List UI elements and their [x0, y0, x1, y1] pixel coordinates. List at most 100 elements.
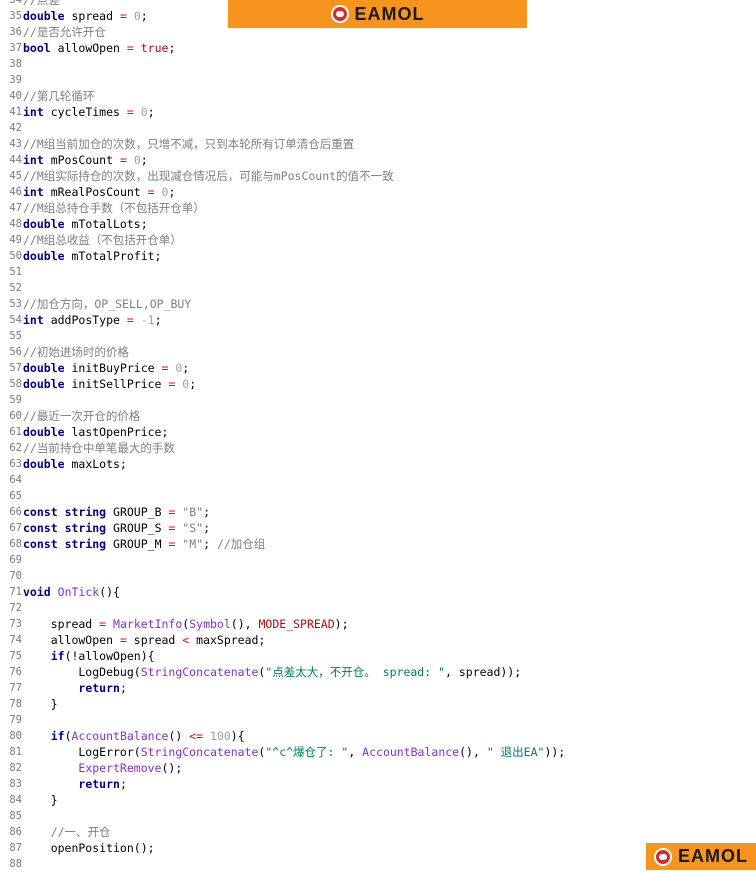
eamol-banner-bottom: EAMOL [646, 843, 756, 870]
code-token: ; [189, 377, 197, 391]
code-text: LogError(StringConcatenate("^c^爆仓了: ", A… [23, 744, 565, 760]
code-line[interactable]: 51 [0, 264, 23, 280]
code-token: ; [119, 681, 127, 695]
code-token: = [119, 633, 127, 647]
code-line[interactable]: 80 if(AccountBalance() <= 100){ [0, 728, 245, 744]
code-token: AccountBalance [71, 729, 169, 743]
code-line[interactable]: 71void OnTick(){ [0, 584, 120, 600]
code-line[interactable]: 76 LogDebug(StringConcatenate("点差太大，不开仓。… [0, 664, 521, 680]
code-line[interactable]: 59 [0, 392, 23, 408]
code-line[interactable]: 57double initBuyPrice = 0; [0, 360, 189, 376]
code-text: double maxLots; [23, 456, 127, 472]
code-line[interactable]: 65 [0, 488, 23, 504]
code-line[interactable]: 79 [0, 712, 23, 728]
code-line[interactable]: 60//最近一次开仓的价格 [0, 408, 140, 424]
code-token: openPosition(); [23, 841, 155, 855]
code-line[interactable]: 40//第几轮循环 [0, 88, 94, 104]
code-line[interactable]: 84 } [0, 792, 58, 808]
code-text: //加仓方向，OP_SELL,OP_BUY [23, 296, 191, 312]
code-token: } [23, 793, 58, 807]
code-line[interactable]: 42 [0, 120, 23, 136]
code-token: ; [147, 105, 155, 119]
line-number: 69 [9, 554, 22, 566]
code-line[interactable]: 66const string GROUP_B = "B"; [0, 504, 210, 520]
code-line[interactable]: 69 [0, 552, 23, 568]
code-line[interactable]: 39 [0, 72, 23, 88]
code-token: double [23, 9, 65, 23]
code-line[interactable]: 73 spread = MarketInfo(Symbol(), MODE_SP… [0, 616, 348, 632]
code-token: GROUP_B [106, 505, 169, 519]
line-number: 63 [9, 458, 22, 470]
code-line[interactable]: 61double lastOpenPrice; [0, 424, 168, 440]
code-token: double [23, 425, 65, 439]
code-line[interactable]: 72 [0, 600, 23, 616]
code-line[interactable]: 67const string GROUP_S = "S"; [0, 520, 210, 536]
code-line[interactable]: 37bool allowOpen = true; [0, 40, 175, 56]
code-line[interactable]: 83 return; [0, 776, 127, 792]
code-token: //是否允许开仓 [23, 25, 106, 39]
code-line[interactable]: 54int addPosType = -1; [0, 312, 161, 328]
code-text: //当前持仓中单笔最大的手数 [23, 440, 175, 456]
code-line[interactable]: 52 [0, 280, 23, 296]
code-line[interactable]: 50double mTotalProfit; [0, 248, 161, 264]
line-number: 87 [9, 842, 22, 854]
code-line[interactable]: 62//当前持仓中单笔最大的手数 [0, 440, 175, 456]
code-line[interactable]: 58double initSellPrice = 0; [0, 376, 196, 392]
code-token: double [23, 377, 65, 391]
code-line[interactable]: 45//M组实际持仓的次数，出现减仓情况后，可能与mPosCount的值不一致 [0, 168, 394, 184]
code-line[interactable]: 46int mRealPosCount = 0; [0, 184, 175, 200]
code-token: initBuyPrice [64, 361, 162, 375]
code-token: double [23, 217, 65, 231]
code-token: //M组实际持仓的次数，出现减仓情况后，可能与mPosCount的值不一致 [23, 169, 394, 183]
code-line[interactable]: 35double spread = 0; [0, 8, 147, 24]
code-line[interactable]: 75 if(!allowOpen){ [0, 648, 154, 664]
code-line[interactable]: 36//是否允许开仓 [0, 24, 106, 40]
code-line[interactable]: 64 [0, 472, 23, 488]
code-line[interactable]: 77 return; [0, 680, 127, 696]
code-line[interactable]: 68const string GROUP_M = "M"; //加仓组 [0, 536, 265, 552]
code-line[interactable]: 44int mPosCount = 0; [0, 152, 148, 168]
code-line[interactable]: 47//M组总持仓手数（不包括开仓单） [0, 200, 204, 216]
code-text: int mPosCount = 0; [23, 152, 148, 168]
code-line[interactable]: 86 //一、开仓 [0, 824, 110, 840]
code-token: AccountBalance [362, 745, 460, 759]
code-token: ; [168, 185, 176, 199]
code-line[interactable]: 56//初始进场时的价格 [0, 344, 129, 360]
code-line[interactable]: 34//点差 [0, 0, 60, 8]
code-line[interactable]: 82 ExpertRemove(); [0, 760, 182, 776]
code-line[interactable]: 55 [0, 328, 23, 344]
eamol-logo-text: EAMOL [678, 846, 748, 866]
code-line[interactable]: 41int cycleTimes = 0; [0, 104, 155, 120]
code-line[interactable]: 48double mTotalLots; [0, 216, 147, 232]
code-line[interactable]: 70 [0, 568, 23, 584]
code-line[interactable]: 63double maxLots; [0, 456, 127, 472]
code-line[interactable]: 43//M组当前加仓的次数，只增不减，只到本轮所有订单清仓后重置 [0, 136, 354, 152]
code-token: "S" [182, 521, 204, 535]
code-text: const string GROUP_M = "M"; //加仓组 [23, 536, 265, 552]
code-line[interactable]: 85 [0, 808, 23, 824]
code-token: maxLots; [64, 457, 127, 471]
code-token: ){ [230, 729, 245, 743]
code-token: ; [140, 153, 148, 167]
code-line[interactable]: 49//M组总收益（不包括开仓单） [0, 232, 181, 248]
code-text: } [23, 696, 58, 712]
code-line[interactable]: 53//加仓方向，OP_SELL,OP_BUY [0, 296, 191, 312]
code-token: //初始进场时的价格 [23, 345, 129, 359]
code-line[interactable]: 38 [0, 56, 23, 72]
line-number: 72 [9, 602, 22, 614]
code-text: return; [23, 680, 127, 696]
code-line[interactable]: 74 allowOpen = spread < maxSpread; [0, 632, 265, 648]
code-token: ; [168, 41, 176, 55]
line-number: 34 [9, 0, 22, 6]
code-editor[interactable]: 34//点差 35double spread = 0; 36//是否允许开仓 37bo… [0, 0, 756, 870]
code-token: ; [203, 505, 211, 519]
code-token: //加仓方向，OP_SELL,OP_BUY [23, 297, 192, 311]
code-line[interactable]: 87 openPosition(); [0, 840, 155, 856]
code-token: string [64, 505, 107, 519]
code-line[interactable]: 78 } [0, 696, 58, 712]
code-token: ; [119, 777, 127, 791]
code-line[interactable]: 81 LogError(StringConcatenate("^c^爆仓了: "… [0, 744, 565, 760]
code-token: , spread)); [445, 665, 522, 679]
